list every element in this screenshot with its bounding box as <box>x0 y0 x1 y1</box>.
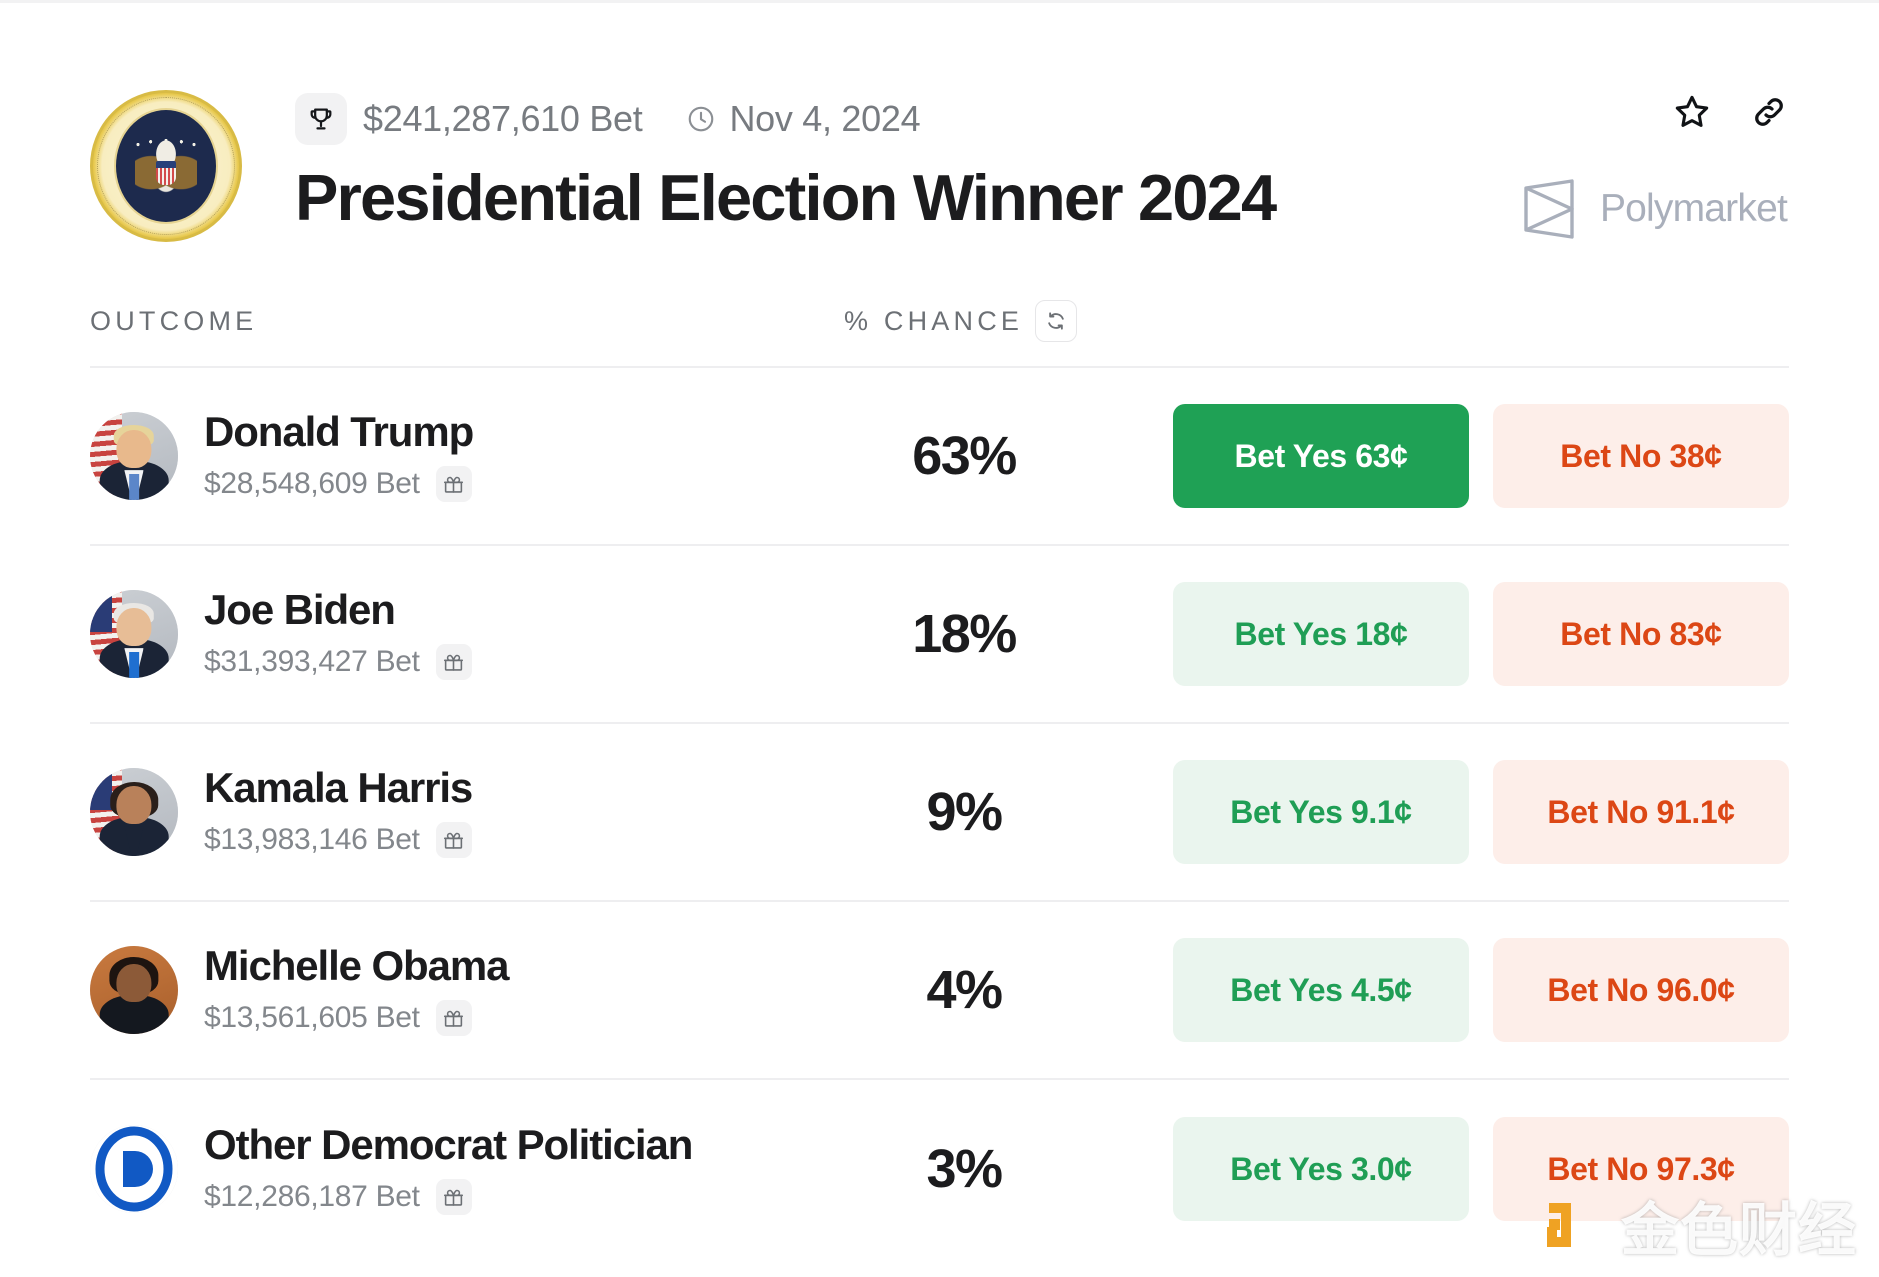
polymarket-market-card: $241,287,610 Bet Nov 4, 2024 Presidentia… <box>0 0 1879 1277</box>
outcome-amount: $12,286,187 Bet <box>204 1180 420 1214</box>
gift-icon[interactable] <box>435 1179 472 1216</box>
democratic-party-logo <box>90 1125 178 1213</box>
market-header: $241,287,610 Bet Nov 4, 2024 Presidentia… <box>90 78 1789 268</box>
outcome-amount: $31,393,427 Bet <box>204 645 420 679</box>
row-actions: Bet Yes 4.5¢ Bet No 96.0¢ <box>1090 938 1789 1042</box>
outcome-name: Donald Trump <box>204 407 474 455</box>
clock-icon <box>686 104 716 134</box>
bet-no-button[interactable]: Bet No 96.0¢ <box>1493 938 1789 1042</box>
outcome-cell: Other Democrat Politician $12,286,187 Be… <box>90 1120 838 1216</box>
gift-icon[interactable] <box>435 1000 472 1037</box>
kamala-harris-avatar <box>90 768 178 856</box>
presidential-seal-icon <box>90 90 242 242</box>
joe-biden-avatar <box>90 590 178 678</box>
bet-no-button[interactable]: Bet No 83¢ <box>1493 582 1789 686</box>
gift-icon[interactable] <box>435 644 472 681</box>
chance-value: 18% <box>912 604 1017 664</box>
bet-yes-button[interactable]: Bet Yes 3.0¢ <box>1173 1117 1469 1221</box>
row-actions: Bet Yes 9.1¢ Bet No 91.1¢ <box>1090 760 1789 864</box>
outcome-cell: Joe Biden $31,393,427 Bet <box>90 585 838 681</box>
bet-yes-button[interactable]: Bet Yes 4.5¢ <box>1173 938 1469 1042</box>
bet-yes-button[interactable]: Bet Yes 63¢ <box>1173 404 1469 508</box>
top-divider <box>0 0 1879 3</box>
chance-value: 3% <box>926 1139 1003 1199</box>
column-header-chance: % CHANCE <box>844 305 1024 336</box>
table-header-row: OUTCOME % CHANCE <box>90 276 1789 368</box>
link-icon[interactable] <box>1749 92 1789 132</box>
refresh-icon[interactable] <box>1035 300 1078 342</box>
table-row: Joe Biden $31,393,427 Bet 18% Bet Yes 18… <box>90 546 1789 724</box>
row-actions: Bet Yes 3.0¢ Bet No 97.3¢ <box>1090 1117 1789 1221</box>
row-actions: Bet Yes 63¢ Bet No 38¢ <box>1090 404 1789 508</box>
row-actions: Bet Yes 18¢ Bet No 83¢ <box>1090 582 1789 686</box>
star-icon[interactable] <box>1672 92 1712 132</box>
page-title: Presidential Election Winner 2024 <box>295 161 1277 234</box>
bet-yes-button[interactable]: Bet Yes 18¢ <box>1173 582 1469 686</box>
table-row: Other Democrat Politician $12,286,187 Be… <box>90 1080 1789 1258</box>
chance-value: 9% <box>926 782 1003 842</box>
bet-no-button[interactable]: Bet No 97.3¢ <box>1493 1117 1789 1221</box>
outcome-cell: Donald Trump $28,548,609 Bet <box>90 407 838 503</box>
outcome-name: Kamala Harris <box>204 763 473 811</box>
outcome-name: Michelle Obama <box>204 941 509 989</box>
bet-yes-button[interactable]: Bet Yes 9.1¢ <box>1173 760 1469 864</box>
table-row: Michelle Obama $13,561,605 Bet 4% Bet Ye… <box>90 902 1789 1080</box>
column-header-outcome: OUTCOME <box>90 305 258 336</box>
brand-name: Polymarket <box>1599 187 1788 230</box>
outcome-name: Other Democrat Politician <box>204 1120 693 1168</box>
outcome-amount: $13,983,146 Bet <box>204 823 420 857</box>
outcome-amount: $28,548,609 Bet <box>204 467 420 501</box>
outcomes-table: OUTCOME % CHANCE Donald Trump $28,548,60… <box>90 276 1789 1258</box>
market-meta: $241,287,610 Bet Nov 4, 2024 <box>295 90 921 148</box>
brand: Polymarket <box>1522 178 1788 240</box>
market-date: Nov 4, 2024 <box>729 98 921 139</box>
bet-no-button[interactable]: Bet No 91.1¢ <box>1493 760 1789 864</box>
table-row: Donald Trump $28,548,609 Bet 63% Bet Yes… <box>90 368 1789 546</box>
bet-volume: $241,287,610 Bet <box>363 98 643 139</box>
header-actions <box>1672 92 1789 132</box>
table-row: Kamala Harris $13,983,146 Bet 9% Bet Yes… <box>90 724 1789 902</box>
chance-value: 63% <box>912 426 1017 486</box>
bet-no-button[interactable]: Bet No 38¢ <box>1493 404 1789 508</box>
outcome-cell: Kamala Harris $13,983,146 Bet <box>90 763 838 859</box>
polymarket-logo-icon <box>1522 178 1580 240</box>
gift-icon[interactable] <box>435 822 472 859</box>
chance-value: 4% <box>926 960 1003 1020</box>
gift-icon[interactable] <box>435 466 472 503</box>
outcome-amount: $13,561,605 Bet <box>204 1001 420 1035</box>
trophy-icon <box>295 93 347 145</box>
outcome-name: Joe Biden <box>204 585 396 633</box>
outcome-cell: Michelle Obama $13,561,605 Bet <box>90 941 838 1037</box>
michelle-obama-avatar <box>90 946 178 1034</box>
donald-trump-avatar <box>90 412 178 500</box>
